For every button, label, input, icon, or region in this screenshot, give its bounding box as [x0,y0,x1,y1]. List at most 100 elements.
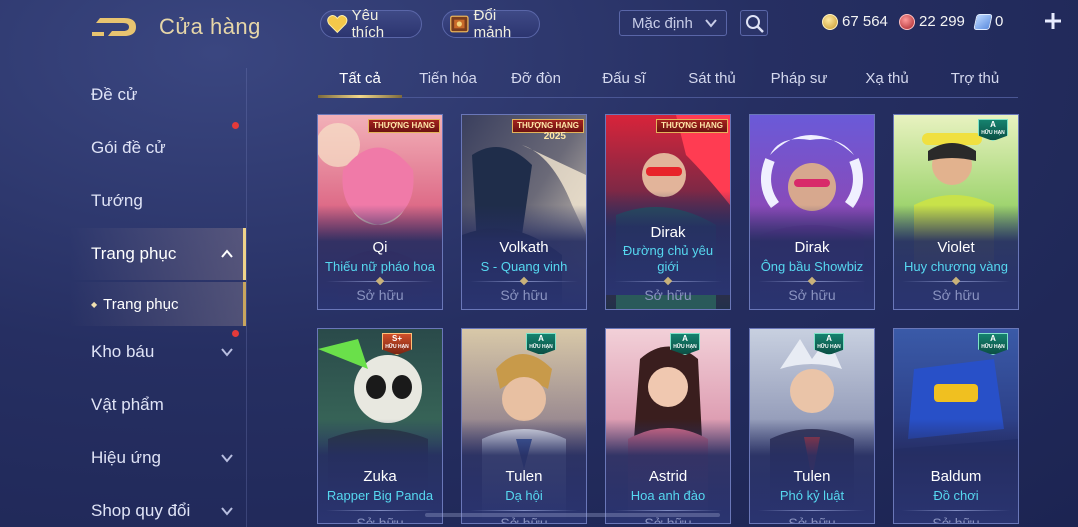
chevron-down-icon [221,348,233,357]
voucher-icon [973,13,993,30]
sort-selected-value: Mặc định [632,14,693,32]
skin-card[interactable]: THƯỢNG HẠNG Qi Thiếu nữ pháo hoa Sở hữu [317,114,443,310]
skin-card[interactable]: THƯỢNG HẠNG 2025 Volkath S - Quang vinh … [461,114,587,310]
notification-dot [232,122,239,129]
skin-name: Đồ chơi [933,488,979,503]
owned-status: Sở hữu [356,287,404,303]
tab-evolution[interactable]: Tiến hóa [419,70,477,87]
hero-name: Qi [372,239,388,256]
sidebar-subitem-skins[interactable]: ◆ Trang phục [70,282,246,326]
sort-dropdown[interactable]: Mặc định [619,10,727,36]
hero-name: Tulen [505,468,543,485]
owned-status: Sở hữu [500,287,548,303]
limited-label: HỮU HẠN [529,344,553,350]
skin-card[interactable]: A HỮU HẠN Tulen Phó kỷ luật Sở hữu [749,328,875,524]
heart-icon [327,14,348,34]
sidebar-item-effects[interactable]: Hiệu ứng [70,432,246,484]
page-title: Cửa hàng [159,14,261,39]
voucher-amount: 0 [995,13,1004,30]
rank-letter: A [538,334,544,343]
sidebar-item-label: Vật phẩm [91,395,164,414]
year-badge: 2025 [543,131,566,142]
rank-letter: A [990,334,996,343]
favorites-label: Yêu thích [351,7,385,41]
owned-status: Sở hữu [932,515,980,524]
ruby-icon [899,13,915,30]
rank-letter: A [990,120,996,129]
tab-mage[interactable]: Pháp sư [771,70,828,87]
sidebar-item-skins[interactable]: Trang phục [70,228,246,280]
diamond-bullet-icon: ◆ [91,299,98,309]
skin-card[interactable]: A HỮU HẠN Violet Huy chương vàng Sở hữu [893,114,1019,310]
plus-icon[interactable] [1044,12,1062,30]
skin-card[interactable]: Dirak Ông bầu Showbiz Sở hữu [749,114,875,310]
ruby-balance: 22 299 [899,13,965,30]
limited-label: HỮU HẠN [981,344,1005,350]
top-bar: Cửa hàng Yêu thích Đổi mảnh Mặc định 67 … [0,0,1078,50]
premium-ribbon-badge: THƯỢNG HẠNG [656,119,728,133]
search-button[interactable] [740,10,768,36]
notification-dot [232,330,239,337]
chevron-down-icon [705,19,717,28]
divider [326,510,434,511]
sidebar-item-label: Trang phục [103,295,179,313]
skin-name: Phó kỷ luật [779,488,845,503]
owned-status: Sở hữu [356,515,404,524]
hero-name: Violet [937,239,975,256]
hero-name: Tulen [793,468,831,485]
favorites-button[interactable]: Yêu thích [320,7,422,41]
fragments-exchange-button[interactable]: Đổi mảnh [442,7,540,41]
skin-card[interactable]: S+ HỮU HẠN Zuka Rapper Big Panda Sở hữu [317,328,443,524]
sidebar-item-recommended-bundles[interactable]: Gói đề cử [70,122,246,174]
sidebar-item-exchange-shop[interactable]: Shop quy đổi [70,485,246,527]
skin-name: Rapper Big Panda [326,488,434,503]
limited-label: HỮU HẠN [981,130,1005,136]
sidebar-divider [246,68,247,527]
divider [758,510,866,511]
sidebar-item-label: Shop quy đổi [91,501,191,520]
chevron-down-icon [221,454,233,463]
skin-card[interactable]: A HỮU HẠN Baldum Đồ chơi Sở hữu [893,328,1019,524]
scrollbar[interactable] [425,513,720,517]
tab-fighter[interactable]: Đấu sĩ [602,70,645,87]
skin-name: S - Quang vinh [480,259,568,274]
skin-name: Hoa anh đào [630,488,706,503]
category-tabs: Tất cả Tiến hóa Đỡ đòn Đấu sĩ Sát thủ Ph… [318,66,1018,98]
owned-status: Sở hữu [932,287,980,303]
rank-letter: A [826,334,832,343]
tab-assassin[interactable]: Sát thủ [688,70,736,87]
gold-coin-icon [822,13,838,30]
divider [902,510,1010,511]
ruby-amount: 22 299 [919,13,965,30]
gold-balance: 67 564 [822,13,888,30]
gold-amount: 67 564 [842,13,888,30]
sidebar-item-heroes[interactable]: Tướng [70,175,246,227]
owned-status: Sở hữu [788,515,836,524]
sidebar-item-recommended[interactable]: Đề cử [70,69,246,121]
skin-grid: THƯỢNG HẠNG Qi Thiếu nữ pháo hoa Sở hữu … [317,114,1019,527]
fragments-label: Đổi mảnh [473,7,512,41]
sidebar-item-label: Trang phục [91,244,177,263]
skin-card[interactable]: THƯỢNG HẠNG Dirak Đường chủ yêu giới Sở … [605,114,731,310]
search-icon [746,15,764,33]
sidebar-item-label: Kho báu [91,342,155,361]
chevron-up-icon [221,249,233,258]
skin-card[interactable]: A HỮU HẠN Tulen Dạ hội Sở hữu [461,328,587,524]
skin-name: Dạ hội [505,488,543,503]
premium-ribbon-badge: THƯỢNG HẠNG [368,119,440,133]
sidebar-item-label: Hiệu ứng [91,448,161,467]
sidebar-item-label: Gói đề cử [91,138,166,157]
sidebar: Đề cử Gói đề cử Tướng Trang phục ◆ Trang… [0,68,250,527]
limited-label: HỮU HẠN [385,344,409,350]
back-icon[interactable] [90,14,138,40]
sidebar-item-items[interactable]: Vật phẩm [70,379,246,431]
hero-name: Astrid [648,468,688,485]
tab-support[interactable]: Trợ thủ [951,70,999,87]
sidebar-item-label: Tướng [91,191,143,210]
sidebar-item-treasure[interactable]: Kho báu [70,326,246,378]
tab-all[interactable]: Tất cả [339,70,381,87]
tab-tank[interactable]: Đỡ đòn [511,70,561,87]
tab-marksman[interactable]: Xạ thủ [865,70,908,87]
hero-name: Dirak [650,224,686,241]
skin-card[interactable]: A HỮU HẠN Astrid Hoa anh đào Sở hữu [605,328,731,524]
